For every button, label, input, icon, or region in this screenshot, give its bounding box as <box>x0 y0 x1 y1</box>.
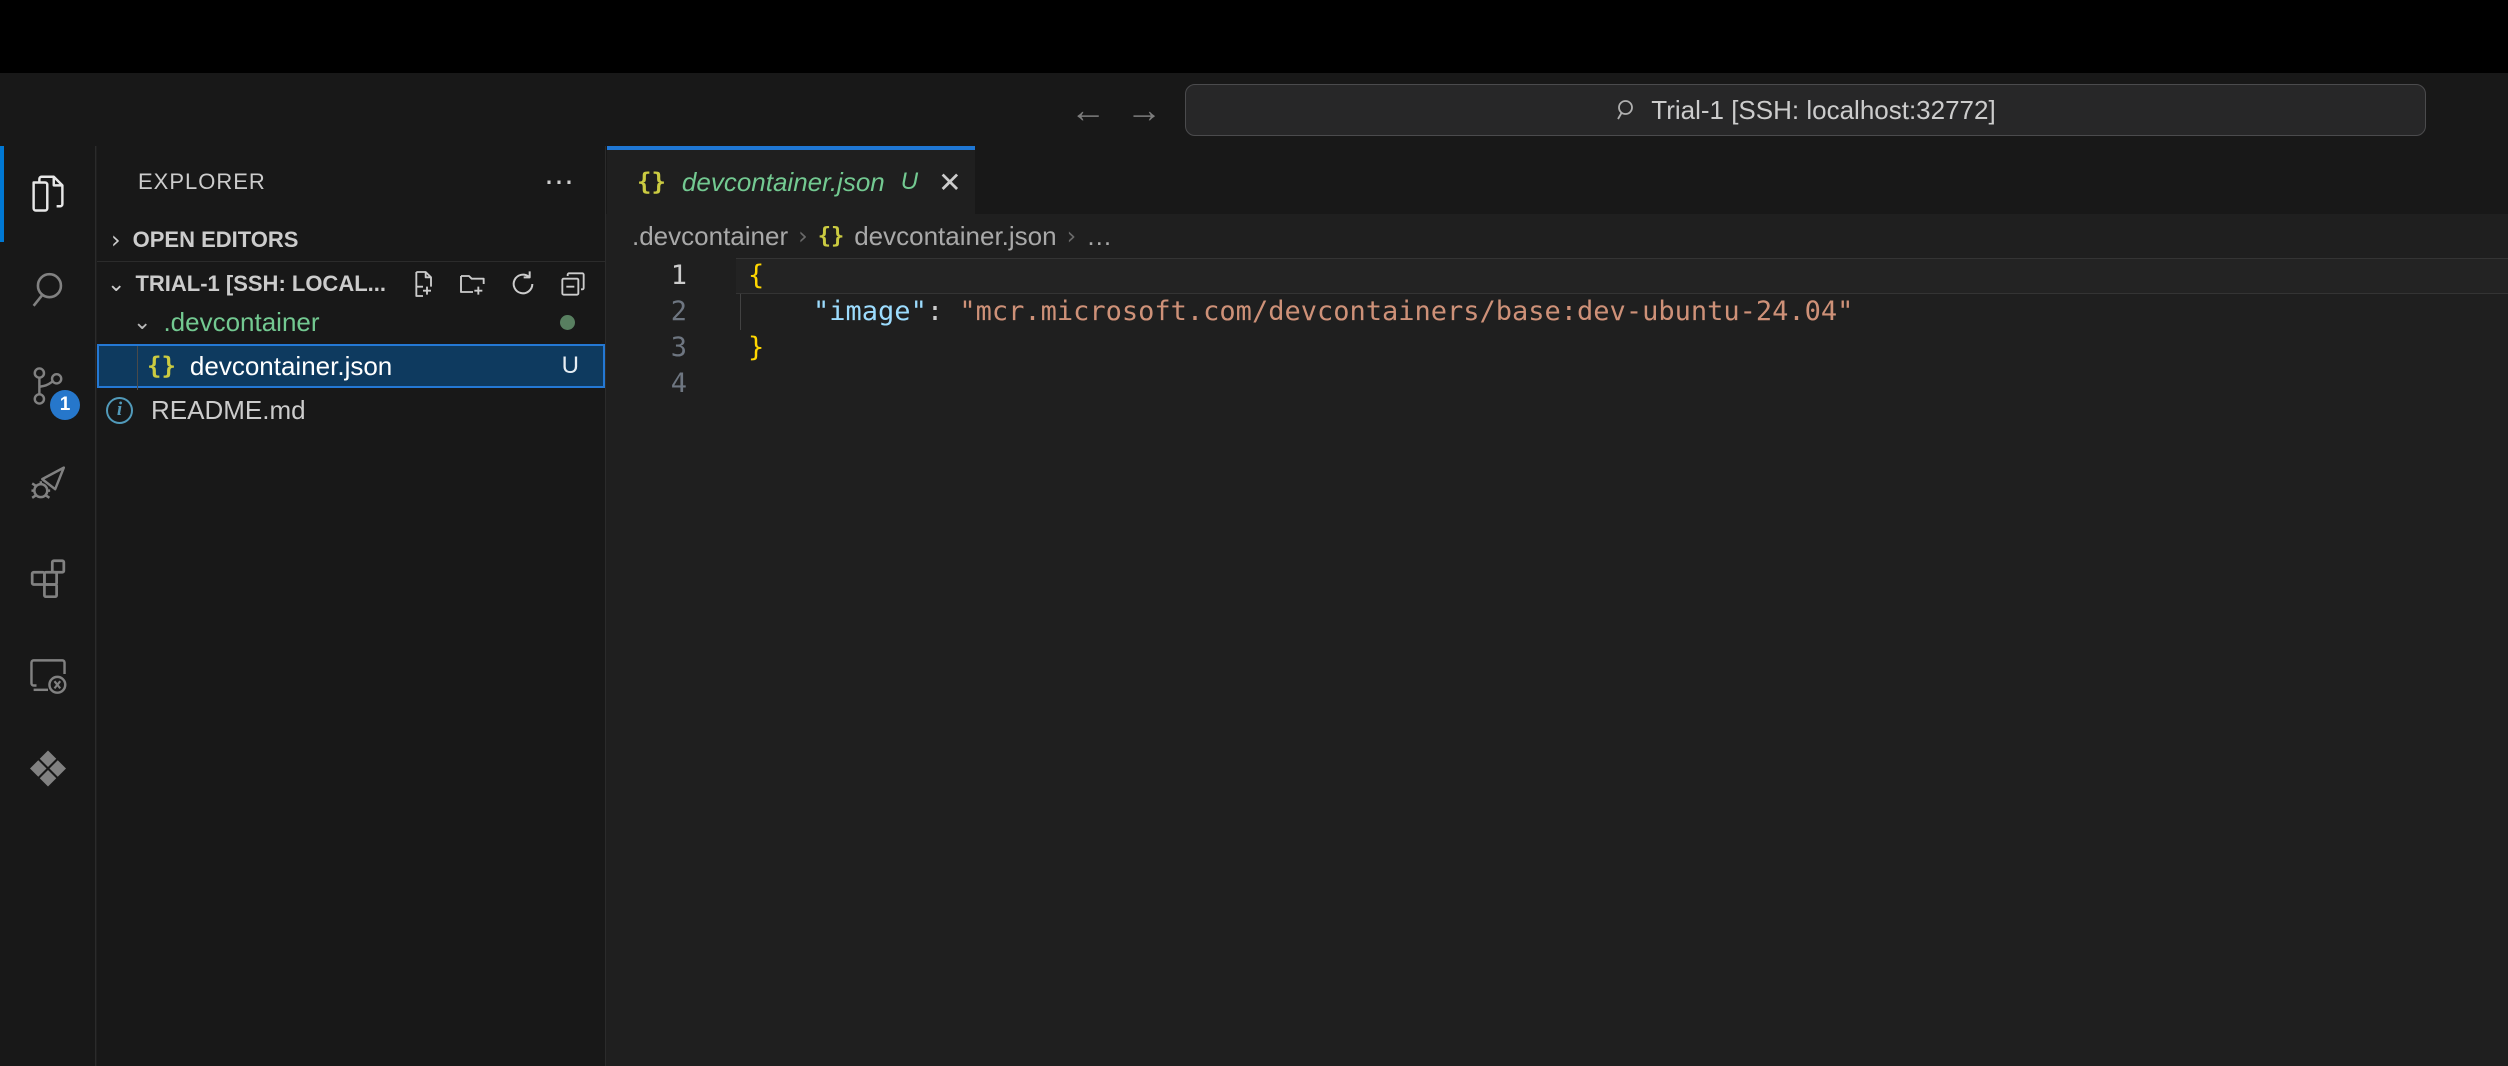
chevron-down-icon: ⌄ <box>133 310 151 335</box>
menu-bar <box>0 0 2508 73</box>
readme-info-icon: i <box>106 397 133 424</box>
workspace-section[interactable]: ⌄ TRIAL-1 [SSH: LOCAL... <box>97 263 605 305</box>
line-number: 2 <box>606 294 687 330</box>
line-number: 4 <box>606 366 687 402</box>
tab-untracked-badge: U <box>901 168 918 196</box>
command-center[interactable]: Trial-1 [SSH: localhost:32772] <box>1185 84 2426 136</box>
containers-icon <box>24 746 72 794</box>
debug-icon <box>25 459 71 505</box>
breadcrumb: .devcontainer › {} devcontainer.json › … <box>606 214 2508 258</box>
code-line-2: 2 "image": "mcr.microsoft.com/devcontain… <box>606 294 2508 330</box>
activity-item-source-control[interactable]: 1 <box>0 338 96 434</box>
git-modified-dot-badge <box>560 315 575 330</box>
activity-item-containers[interactable] <box>0 722 96 818</box>
code-token: } <box>748 332 764 363</box>
tree-row-devcontainer-json[interactable]: {} devcontainer.json U <box>97 344 605 388</box>
code-line-1: 1 { <box>606 258 2508 294</box>
code-line-4: 4 <box>606 366 2508 402</box>
tree-row-devcontainer-folder[interactable]: ⌄ .devcontainer <box>97 300 605 344</box>
indent-guide <box>740 294 741 330</box>
active-indicator <box>0 146 4 242</box>
scm-badge: 1 <box>50 390 80 420</box>
open-editors-label: OPEN EDITORS <box>133 227 299 253</box>
chevron-down-icon: ⌄ <box>107 272 125 297</box>
breadcrumb-file[interactable]: devcontainer.json <box>854 221 1056 252</box>
activity-bar: 1 <box>0 146 96 1066</box>
tree-row-readme[interactable]: i README.md <box>97 388 605 432</box>
code-token-punct: : <box>927 296 960 327</box>
collapse-all-icon[interactable] <box>557 268 589 300</box>
line-number: 1 <box>606 258 687 294</box>
remote-explorer-icon <box>25 651 71 697</box>
json-file-icon: {} <box>818 224 845 249</box>
code-editor[interactable]: 1 { 2 "image": "mcr.microsoft.com/devcon… <box>606 258 2508 402</box>
file-label: README.md <box>151 395 306 426</box>
command-center-label: Trial-1 [SSH: localhost:32772] <box>1651 95 1995 126</box>
nav-forward-icon[interactable]: → <box>1122 73 1166 146</box>
current-line-highlight <box>736 258 2508 294</box>
new-file-icon[interactable] <box>407 268 439 300</box>
git-untracked-badge: U <box>562 352 579 380</box>
folder-label: .devcontainer <box>163 307 319 338</box>
files-icon <box>25 171 71 217</box>
tab-label: devcontainer.json <box>682 167 885 198</box>
tree-indent-guide <box>137 346 138 390</box>
editor-area: {} devcontainer.json U ✕ .devcontainer ›… <box>606 146 2508 1066</box>
line-number: 3 <box>606 330 687 366</box>
code-token-key: "image" <box>813 296 927 327</box>
search-icon <box>25 267 71 313</box>
tab-bar: {} devcontainer.json U ✕ <box>606 146 2508 214</box>
close-icon[interactable]: ✕ <box>938 166 961 199</box>
breadcrumb-symbol[interactable]: … <box>1086 221 1112 252</box>
chevron-right-icon: › <box>798 222 808 250</box>
breadcrumb-folder[interactable]: .devcontainer <box>632 221 788 252</box>
sidebar-title: EXPLORER <box>138 169 266 195</box>
tab-devcontainer-json[interactable]: {} devcontainer.json U ✕ <box>607 146 975 214</box>
open-editors-section[interactable]: › OPEN EDITORS <box>97 218 605 262</box>
activity-item-remote-explorer[interactable] <box>0 626 96 722</box>
chevron-right-icon: › <box>111 226 121 254</box>
activity-item-run-debug[interactable] <box>0 434 96 530</box>
refresh-icon[interactable] <box>507 268 539 300</box>
sidebar-more-actions-icon[interactable]: ⋯ <box>544 146 577 218</box>
file-tree: ⌄ .devcontainer {} devcontainer.json U i… <box>97 300 605 432</box>
json-file-icon: {} <box>147 352 176 380</box>
new-folder-icon[interactable] <box>457 268 489 300</box>
code-token: { <box>748 260 764 291</box>
activity-item-search[interactable] <box>0 242 96 338</box>
code-line-3: 3 } <box>606 330 2508 366</box>
json-file-icon: {} <box>637 168 666 196</box>
extensions-icon <box>25 555 71 601</box>
code-token-string: "mcr.microsoft.com/devcontainers/base:de… <box>959 296 1853 327</box>
title-bar: ← → Trial-1 [SSH: localhost:32772] <box>0 73 2508 146</box>
workspace-label: TRIAL-1 [SSH: LOCAL... <box>135 271 386 297</box>
activity-item-explorer[interactable] <box>0 146 96 242</box>
file-label: devcontainer.json <box>190 351 392 382</box>
search-icon <box>1615 98 1639 122</box>
explorer-sidebar: EXPLORER ⋯ › OPEN EDITORS ⌄ TRIAL-1 [SSH… <box>97 146 606 1066</box>
activity-item-extensions[interactable] <box>0 530 96 626</box>
nav-back-icon[interactable]: ← <box>1066 73 1110 146</box>
chevron-right-icon: › <box>1067 222 1077 250</box>
